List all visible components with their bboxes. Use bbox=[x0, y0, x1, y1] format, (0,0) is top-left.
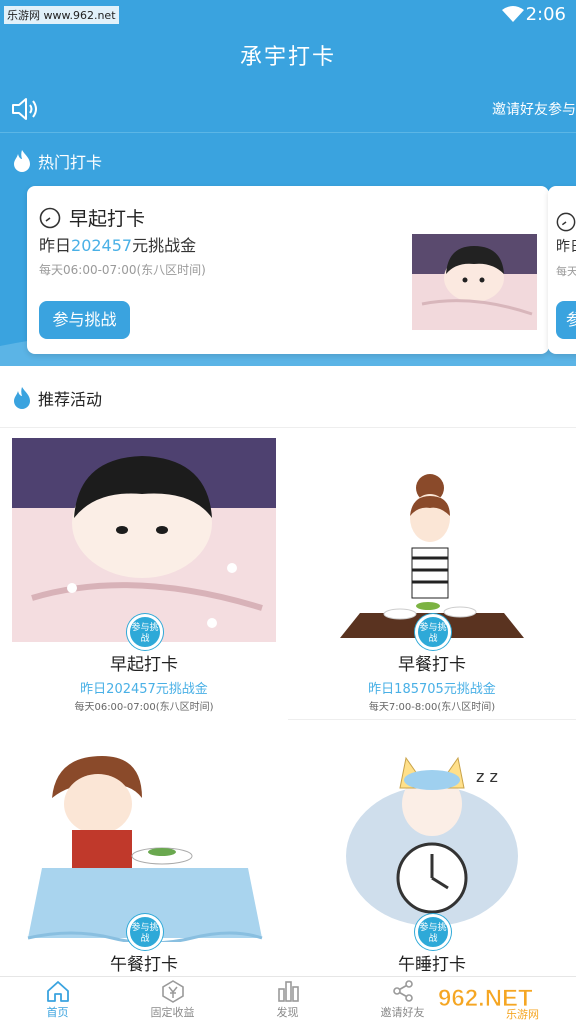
flame-icon bbox=[14, 150, 30, 172]
yen-icon bbox=[161, 980, 184, 1003]
recommend-title-text: 推荐活动 bbox=[38, 390, 103, 409]
tab-fixed-income-label: 固定收益 bbox=[150, 1006, 195, 1019]
nap-illustration: z z bbox=[300, 738, 564, 942]
chart-icon bbox=[277, 981, 299, 1002]
peek-join-button[interactable]: 参 bbox=[556, 301, 576, 339]
activity-card-breakfast[interactable]: 参与挑战 早餐打卡 昨日185705元挑战金 每天7:00-8:00(东八区时间… bbox=[288, 428, 576, 720]
join-badge[interactable]: 参与挑战 bbox=[415, 614, 451, 650]
tab-discover-label: 发现 bbox=[276, 1006, 299, 1019]
peek-prize: 昨日 bbox=[556, 239, 576, 255]
join-badge[interactable]: 参与挑战 bbox=[415, 914, 451, 950]
speaker-icon bbox=[12, 98, 37, 120]
hot-card-time: 每天06:00-07:00(东八区时间) bbox=[39, 263, 206, 277]
hot-title-text: 热门打卡 bbox=[38, 153, 103, 172]
join-badge[interactable]: 参与挑战 bbox=[127, 914, 163, 950]
hot-card-next[interactable]: 昨日 每天 参 bbox=[548, 186, 576, 354]
wakeup-illustration bbox=[12, 438, 276, 642]
app-bar: 承宇打卡 bbox=[0, 30, 576, 85]
activity-grid: 参与挑战 早起打卡 昨日202457元挑战金 每天06:00-07:00(东八区… bbox=[0, 428, 576, 1020]
lunch-illustration bbox=[12, 738, 276, 942]
hot-card-prize: 昨日202457元挑战金 bbox=[39, 236, 197, 255]
activity-time: 每天7:00-8:00(东八区时间) bbox=[368, 702, 496, 713]
wifi-icon bbox=[502, 6, 524, 22]
join-challenge-button[interactable]: 参与挑战 bbox=[39, 301, 130, 339]
activity-prize: 昨日202457元挑战金 bbox=[80, 682, 208, 697]
activity-time: 每天06:00-07:00(东八区时间) bbox=[74, 702, 214, 713]
brand-watermark: 962.NET 乐游网 bbox=[438, 985, 539, 1020]
clock-icon bbox=[556, 212, 576, 232]
breakfast-illustration bbox=[300, 438, 564, 642]
svg-text:z z: z z bbox=[476, 767, 498, 786]
activity-card-wakeup[interactable]: 参与挑战 早起打卡 昨日202457元挑战金 每天06:00-07:00(东八区… bbox=[0, 428, 288, 720]
hot-section-title: 热门打卡 bbox=[12, 149, 102, 173]
notice-bar[interactable]: 邀请好友参与 bbox=[0, 85, 576, 133]
activity-name: 午睡打卡 bbox=[398, 955, 466, 975]
screen: 乐游网 www.962.net 2:06 承宇打卡 邀请好友参与 热门打卡 早起… bbox=[0, 0, 576, 1024]
activity-name: 早餐打卡 bbox=[398, 655, 466, 675]
hot-card-morning[interactable]: 早起打卡 昨日202457元挑战金 每天06:00-07:00(东八区时间) 参… bbox=[27, 186, 549, 354]
tab-home-label: 首页 bbox=[46, 1006, 69, 1019]
site-watermark: 乐游网 www.962.net bbox=[4, 6, 119, 24]
prize-amount: 202457 bbox=[71, 236, 133, 255]
tab-fixed-income[interactable]: 固定收益 bbox=[115, 979, 230, 1024]
flame-icon bbox=[14, 387, 30, 409]
hot-card-title: 早起打卡 bbox=[39, 204, 145, 231]
watermark-sub: 乐游网 bbox=[506, 1008, 539, 1020]
clock-icon bbox=[39, 207, 61, 228]
notice-text: 邀请好友参与 bbox=[492, 102, 576, 118]
activity-name: 午餐打卡 bbox=[110, 955, 178, 975]
recommend-header: 推荐活动 bbox=[0, 366, 576, 428]
activity-prize: 昨日185705元挑战金 bbox=[368, 682, 496, 697]
activity-name: 早起打卡 bbox=[110, 655, 178, 675]
share-icon bbox=[392, 980, 413, 1002]
home-icon bbox=[46, 981, 69, 1002]
tab-home[interactable]: 首页 bbox=[0, 979, 115, 1024]
morning-thumbnail bbox=[412, 234, 537, 330]
app-title: 承宇打卡 bbox=[239, 45, 336, 70]
hot-card-title-text: 早起打卡 bbox=[69, 208, 146, 230]
recommend-section-title: 推荐活动 bbox=[12, 386, 102, 410]
peek-time: 每天 bbox=[556, 265, 576, 278]
tab-discover[interactable]: 发现 bbox=[230, 979, 345, 1024]
status-bar: 乐游网 www.962.net 2:06 bbox=[0, 0, 576, 30]
join-badge[interactable]: 参与挑战 bbox=[127, 614, 163, 650]
status-time: 2:06 bbox=[525, 4, 566, 25]
hot-section: 热门打卡 早起打卡 昨日202457元挑战金 每天06:00-07:00(东八区… bbox=[0, 133, 576, 366]
